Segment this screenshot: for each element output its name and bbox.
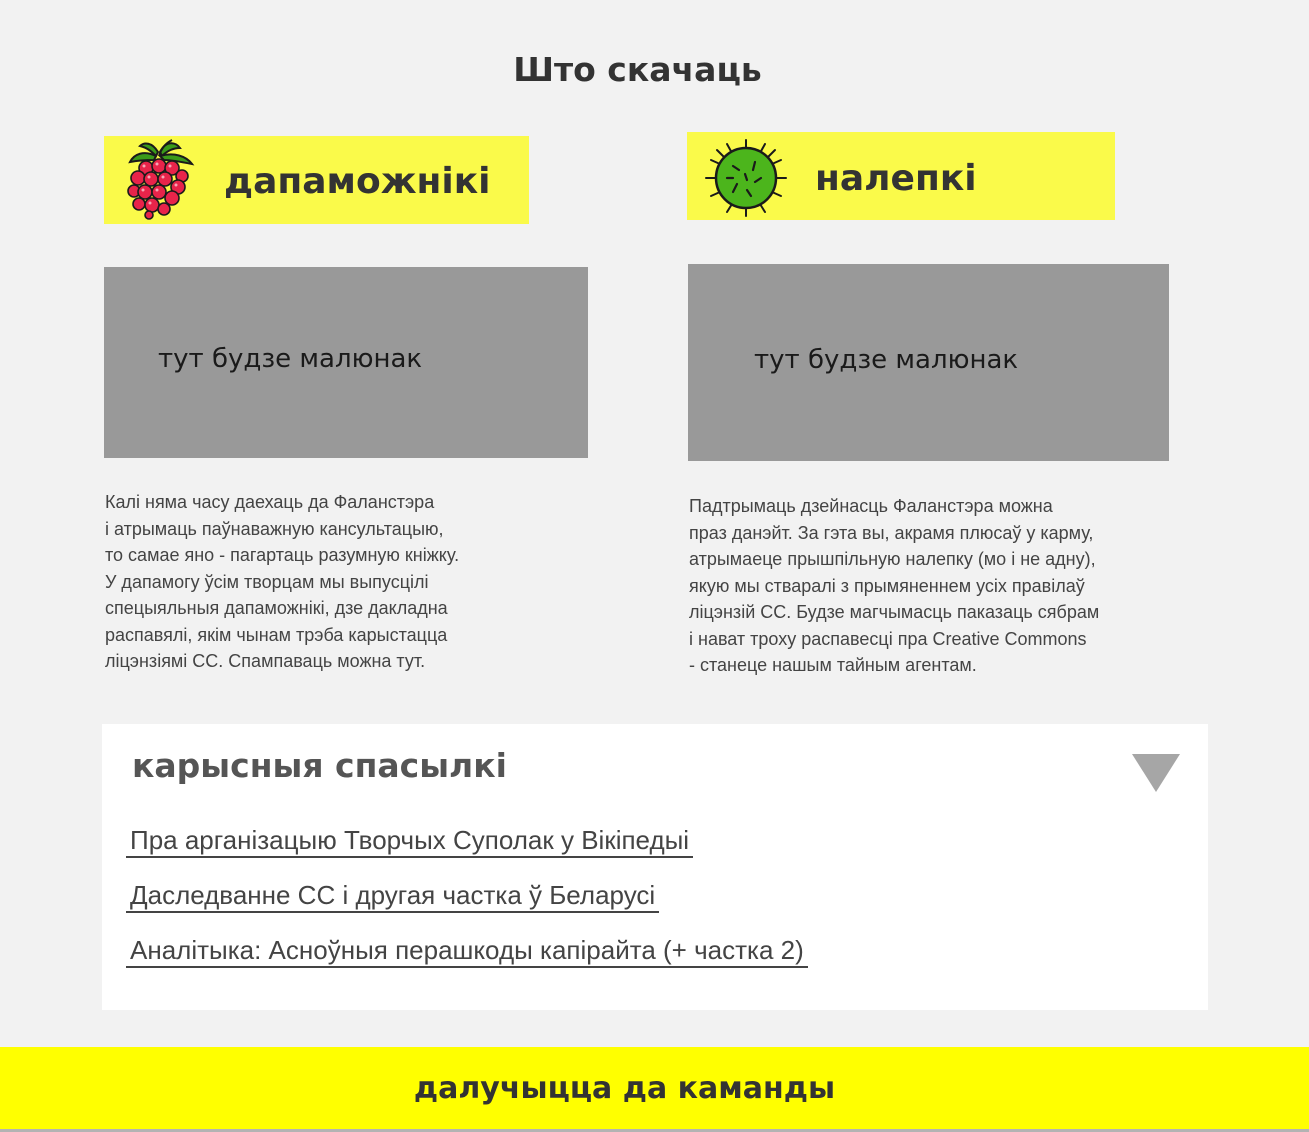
useful-links-panel: карысныя спасылкі Пра арганізацыю Творчы… xyxy=(102,724,1208,1010)
page-title: Што скачаць xyxy=(513,50,762,89)
link-analytics[interactable]: Аналітыка: Асноўныя перашкоды капірайта … xyxy=(126,934,808,968)
guides-header[interactable]: дапаможнікі xyxy=(104,136,529,224)
stickers-description: Падтрымаць дзейнасць Фаланстэра можна пр… xyxy=(689,496,1100,675)
list-item: Аналітыка: Асноўныя перашкоды капірайта … xyxy=(126,934,808,989)
triangle-down-icon xyxy=(1132,754,1180,792)
useful-links-list: Пра арганізацыю Творчых Суполак у Вікіпе… xyxy=(126,824,808,989)
guides-placeholder-text: тут будзе малюнак xyxy=(158,344,423,374)
guides-description: Калі няма часу даехаць да Фаланстэра і а… xyxy=(105,492,460,671)
raspberry-icon xyxy=(127,139,195,220)
link-research[interactable]: Даследванне СС і другая частка ў Беларус… xyxy=(126,879,660,913)
link-wikipedia[interactable]: Пра арганізацыю Творчых Суполак у Вікіпе… xyxy=(126,824,694,858)
stickers-header[interactable]: налепкі xyxy=(687,132,1115,220)
list-item: Даследванне СС і другая частка ў Беларус… xyxy=(126,879,808,934)
join-team-label: далучыцца да каманды xyxy=(413,1070,836,1106)
join-team-button[interactable]: далучыцца да каманды xyxy=(0,1047,1309,1132)
useful-links-title: карысныя спасылкі xyxy=(132,746,507,785)
guides-label: дапаможнікі xyxy=(224,161,491,202)
stickers-image-placeholder: тут будзе малюнак xyxy=(688,264,1169,461)
green-germ-icon xyxy=(705,139,787,217)
stickers-label: налепкі xyxy=(815,158,977,199)
stickers-placeholder-text: тут будзе малюнак xyxy=(754,345,1019,375)
list-item: Пра арганізацыю Творчых Суполак у Вікіпе… xyxy=(126,824,808,879)
guides-image-placeholder: тут будзе малюнак xyxy=(104,267,588,458)
collapse-toggle-button[interactable] xyxy=(1130,752,1182,794)
